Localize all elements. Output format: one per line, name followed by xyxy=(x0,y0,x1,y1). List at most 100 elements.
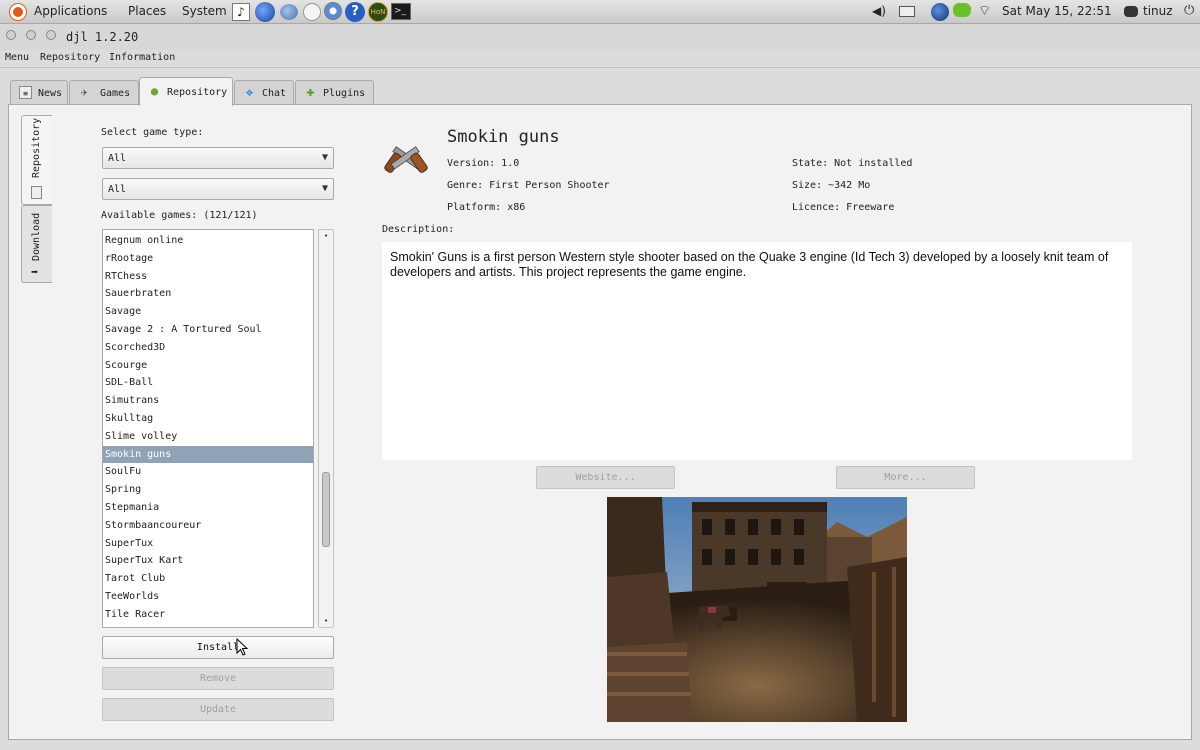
game-list-item[interactable]: TeeWorlds xyxy=(103,588,313,605)
bulb-icon: ● xyxy=(150,84,159,98)
available-games-label: Available games: (121/121) xyxy=(101,210,258,221)
tab-games[interactable]: ✈ Games xyxy=(69,80,139,105)
tab-repository[interactable]: ● Repository xyxy=(139,77,233,106)
game-list-item[interactable]: Spring xyxy=(103,481,313,498)
update-button[interactable]: Update xyxy=(102,698,334,721)
help-icon[interactable]: ? xyxy=(345,2,365,22)
window-title: djl 1.2.20 xyxy=(66,30,139,44)
game-list-item[interactable]: SuperTux xyxy=(103,535,313,552)
note-icon[interactable]: ♪ xyxy=(232,3,250,21)
newspaper-icon: ≡ xyxy=(19,86,32,99)
game-type-select[interactable]: All ▼ xyxy=(102,147,334,169)
dropdown-arrow-icon: ▼ xyxy=(321,183,328,194)
scroll-down-icon[interactable]: • xyxy=(324,617,328,625)
tab-plugins[interactable]: ✚ Plugins xyxy=(295,80,374,105)
places-menu[interactable]: Places xyxy=(128,4,166,18)
tab-chat[interactable]: ❖ Chat xyxy=(234,80,294,105)
dropdown-arrow-icon: ▼ xyxy=(321,152,328,163)
volume-icon[interactable]: ◀) xyxy=(872,4,886,18)
game-list-item[interactable]: Stepmania xyxy=(103,499,313,516)
system-menu[interactable]: System xyxy=(182,4,227,18)
plane-icon: ✈ xyxy=(80,85,89,99)
game-size: Size: ~342 Mo xyxy=(792,180,871,191)
game-list-item[interactable]: Tile Racer xyxy=(103,606,313,623)
top-panel: Applications Places System ♪ ? HoN >_ ◀)… xyxy=(0,0,1200,24)
user-name[interactable]: tinuz xyxy=(1143,4,1173,18)
tab-news[interactable]: ≡ News xyxy=(10,80,68,105)
menu-item-repository[interactable]: Repository xyxy=(40,52,100,63)
game-list-item[interactable]: Sauerbraten xyxy=(103,285,313,302)
game-list-item[interactable]: Slime volley xyxy=(103,428,313,445)
minimize-window-button[interactable] xyxy=(26,30,36,40)
list-icon xyxy=(31,186,42,199)
game-version: Version: 1.0 xyxy=(447,158,520,169)
game-list-item[interactable]: Skulltag xyxy=(103,410,313,427)
game-platform: Platform: x86 xyxy=(447,202,526,213)
game-list-item[interactable]: Scorched3D xyxy=(103,339,313,356)
game-state: State: Not installed xyxy=(792,158,913,169)
game-list-item[interactable]: Scourge xyxy=(103,357,313,374)
install-button[interactable]: Install xyxy=(102,636,334,659)
game-list-item[interactable]: Regnum online xyxy=(103,232,313,249)
applications-menu[interactable]: Applications xyxy=(34,4,107,18)
game-list-item[interactable]: Stormbaancoureur xyxy=(103,517,313,534)
game-screenshot xyxy=(607,497,907,722)
game-list-item[interactable]: SoulFu xyxy=(103,463,313,480)
clock[interactable]: Sat May 15, 22:51 xyxy=(1002,4,1112,18)
terminal-icon[interactable]: >_ xyxy=(391,3,411,20)
chrome-icon[interactable] xyxy=(324,2,342,20)
game-list-item[interactable]: Savage 2 : A Tortured Soul xyxy=(103,321,313,338)
game-list-item[interactable]: SDL-Ball xyxy=(103,374,313,391)
select-value: All xyxy=(108,153,127,164)
game-list-item[interactable]: SuperTux Kart xyxy=(103,552,313,569)
power-icon[interactable]: ⏻ xyxy=(1184,3,1194,18)
game-launcher-icon[interactable]: HoN xyxy=(368,2,388,22)
menu-item-information[interactable]: Information xyxy=(109,52,175,63)
select-value: All xyxy=(108,184,127,195)
game-list-item[interactable]: Smokin guns xyxy=(103,445,313,463)
game-list-item[interactable]: Tarot Club xyxy=(103,570,313,587)
menu-item-menu[interactable]: Menu xyxy=(5,52,29,63)
close-window-button[interactable] xyxy=(6,30,16,40)
game-list-item[interactable]: Savage xyxy=(103,303,313,320)
globe-icon[interactable] xyxy=(931,3,949,21)
game-list[interactable]: Regnum online rRootage RTChess Sauerbraten S… xyxy=(102,229,314,628)
wifi-icon[interactable]: ⌔ xyxy=(978,2,991,20)
side-tab-label: Repository xyxy=(31,117,42,178)
game-genre: Genre: First Person Shooter xyxy=(447,180,610,191)
tab-label: Plugins xyxy=(323,88,366,99)
menu-bar: Menu Repository Information xyxy=(0,50,1200,68)
game-list-item[interactable]: RTChess xyxy=(103,268,313,285)
side-tab-label: Download xyxy=(31,212,42,261)
website-button[interactable]: Website... xyxy=(536,466,675,489)
tab-label: Repository xyxy=(167,87,228,98)
game-list-item[interactable]: rRootage xyxy=(103,250,313,267)
user-icon[interactable] xyxy=(1124,6,1138,17)
window-titlebar: djl 1.2.20 xyxy=(0,24,1200,50)
scrollbar-thumb[interactable] xyxy=(322,472,330,547)
arrow-right-icon: ➡ xyxy=(31,265,39,279)
remove-button[interactable]: Remove xyxy=(102,667,334,690)
tab-label: Chat xyxy=(262,88,287,99)
tab-label: Games xyxy=(100,88,131,99)
description-label: Description: xyxy=(382,224,455,235)
more-button[interactable]: More... xyxy=(836,466,975,489)
side-tab-repository[interactable]: Repository xyxy=(21,115,52,205)
game-list-scrollbar[interactable]: • • xyxy=(318,229,334,628)
game-list-item[interactable]: Simutrans xyxy=(103,392,313,409)
firefox-icon[interactable] xyxy=(255,2,275,22)
message-icon[interactable] xyxy=(953,3,971,17)
maximize-window-button[interactable] xyxy=(46,30,56,40)
tab-label: News xyxy=(38,88,63,99)
ubuntu-logo-icon[interactable] xyxy=(10,4,26,20)
game-title: Smokin guns xyxy=(447,127,560,147)
game-licence: Licence: Freeware xyxy=(792,202,895,213)
scroll-up-icon[interactable]: • xyxy=(324,232,328,240)
mail-indicator-icon[interactable] xyxy=(899,6,915,17)
mouse-cursor-icon xyxy=(236,638,249,656)
mail-icon[interactable] xyxy=(303,3,321,21)
side-tab-download[interactable]: Download ➡ xyxy=(21,205,52,283)
pidgin-icon[interactable] xyxy=(280,4,298,20)
game-subtype-select[interactable]: All ▼ xyxy=(102,178,334,200)
description-text: Smokin' Guns is a first person Western s… xyxy=(382,242,1132,460)
